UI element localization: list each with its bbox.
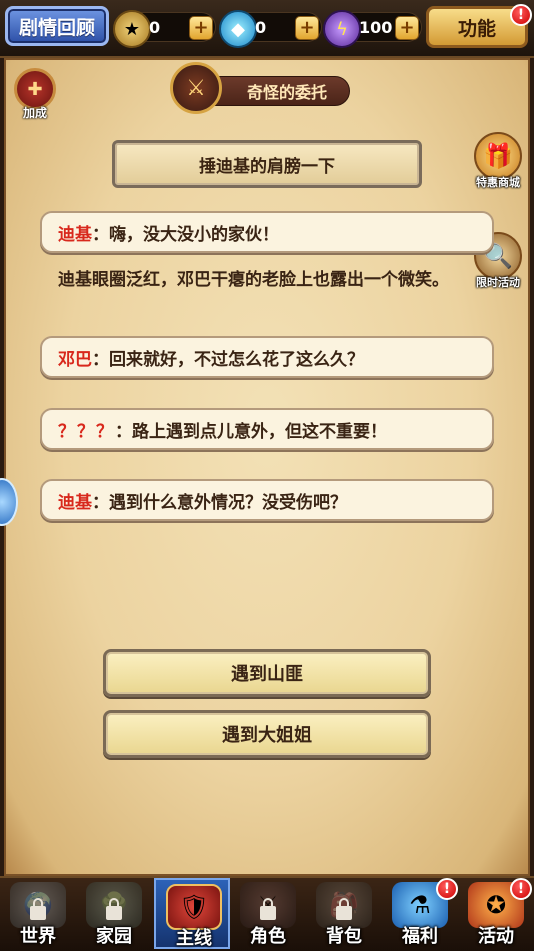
speaker-separator: ： (92, 349, 109, 370)
add-energy-button[interactable]: + (395, 16, 419, 40)
special-shop-label: 特惠商城 (476, 176, 520, 189)
nav-label: 活动 (478, 926, 514, 947)
nav-backpack[interactable]: 🎒 背包 (306, 878, 382, 949)
gold-resource: ★ 0 + (113, 10, 216, 48)
add-diamond-button[interactable]: + (295, 16, 319, 40)
dialogue-text: 路上遇到点儿意外，但这不重要！ (132, 421, 387, 442)
nav-label: 福利 (402, 926, 438, 947)
lock-icon (30, 898, 46, 920)
energy-resource: ϟ 100 + (323, 10, 422, 48)
speaker-name: ？？？ (58, 421, 115, 442)
dialogue-text: 回来就好，不过怎么花了这么久？ (109, 349, 364, 370)
story-review-button[interactable]: 剧情回顾 (5, 6, 109, 46)
quest-emblem-icon: ⚔ (170, 62, 222, 114)
dialogue-line: ？？？：路上遇到点儿意外，但这不重要！ (40, 408, 494, 450)
gold-coin-icon: ★ (113, 10, 151, 48)
energy-icon: ϟ (323, 10, 361, 48)
lock-icon (336, 898, 352, 920)
narration-text: 迪基眼圈泛红，邓巴干瘪的老脸上也露出一个微笑。 (58, 270, 449, 290)
dialogue-text: 嗨，没大没小的家伙！ (109, 224, 279, 245)
speaker-name: 邓巴 (58, 349, 92, 370)
nav-label: 主线 (176, 928, 212, 949)
gold-value: 0 (149, 18, 161, 37)
diamond-resource: ◆ 0 + (219, 10, 322, 48)
lock-icon (106, 898, 122, 920)
dialogue-line: 迪基：嗨，没大没小的家伙！ (40, 211, 494, 253)
choice-option-2[interactable]: 遇到大姐姐 (103, 710, 431, 758)
energy-value: 100 (359, 18, 393, 37)
welfare-alert-badge: ! (436, 878, 458, 900)
dialogue-line: 迪基：遇到什么意外情况？没受伤吧？ (40, 479, 494, 521)
speaker-name: 迪基 (58, 492, 92, 513)
nav-main-story[interactable]: 🛡 主线 (154, 878, 230, 949)
events-alert-badge: ! (510, 878, 532, 900)
speaker-name: 迪基 (58, 224, 92, 245)
nav-label: 背包 (326, 926, 362, 947)
special-shop-button[interactable]: 🎁 特惠商城 (468, 132, 528, 196)
chapter-title-button[interactable]: 捶迪基的肩膀一下 (112, 140, 422, 188)
nav-label: 角色 (250, 926, 286, 947)
bonus-label: 加成 (22, 106, 47, 120)
lock-icon (260, 898, 276, 920)
function-alert-badge: ! (510, 4, 532, 26)
bonus-button[interactable]: ✚ 加成 (10, 68, 60, 120)
choice-option-1[interactable]: 遇到山匪 (103, 649, 431, 697)
speaker-separator: ： (115, 421, 132, 442)
speaker-separator: ： (92, 224, 109, 245)
treasure-chest-icon: 🎁 (474, 132, 522, 180)
diamond-icon: ◆ (219, 10, 257, 48)
diamond-value: 0 (255, 18, 267, 37)
dialogue-text: 遇到什么意外情况？没受伤吧？ (109, 492, 347, 513)
nav-home[interactable]: 🌳 家园 (76, 878, 152, 949)
nav-world[interactable]: 🌍 世界 (0, 878, 76, 949)
dialogue-line: 邓巴：回来就好，不过怎么花了这么久？ (40, 336, 494, 378)
speaker-separator: ： (92, 492, 109, 513)
nav-label: 世界 (20, 926, 56, 947)
add-gold-button[interactable]: + (189, 16, 213, 40)
nav-character[interactable]: ⚔ 角色 (230, 878, 306, 949)
nav-label: 家园 (96, 926, 132, 947)
